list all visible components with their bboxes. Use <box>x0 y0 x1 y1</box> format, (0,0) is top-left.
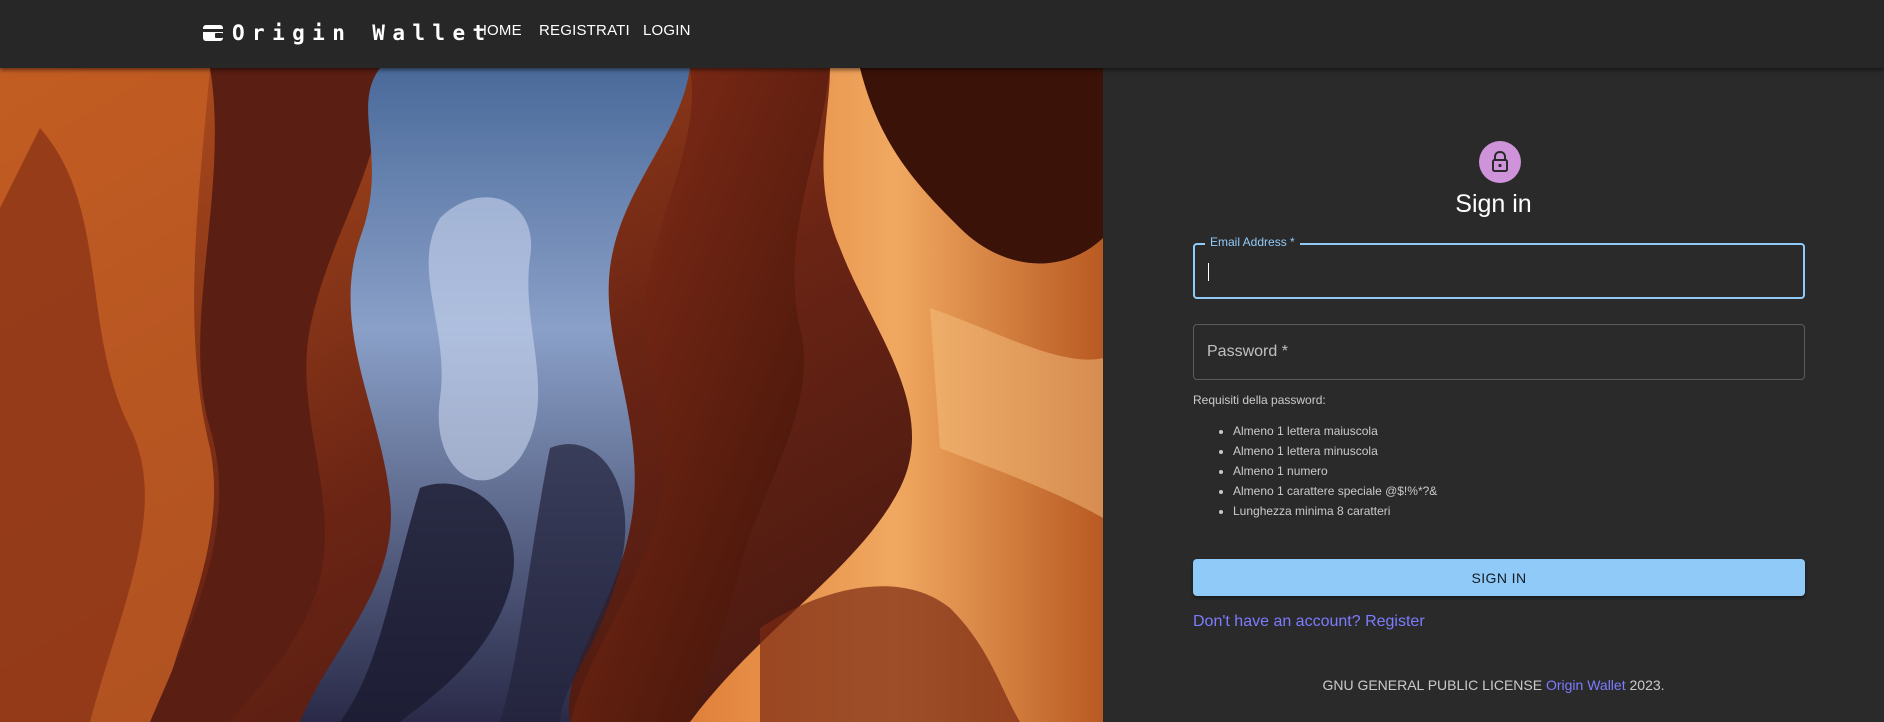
license-text: GNU GENERAL PUBLIC LICENSE <box>1322 677 1543 693</box>
password-field[interactable]: Password * <box>1193 324 1805 380</box>
sign-in-button[interactable]: SIGN IN <box>1193 559 1805 596</box>
footer-link[interactable]: Origin Wallet <box>1546 677 1626 693</box>
list-item: Almeno 1 carattere speciale @$!%*?& <box>1233 483 1437 503</box>
register-link[interactable]: Don't have an account? Register <box>1193 613 1425 631</box>
lock-icon <box>1492 151 1508 172</box>
password-requirements-list: Almeno 1 lettera maiuscola Almeno 1 lett… <box>1233 423 1437 523</box>
footer: GNU GENERAL PUBLIC LICENSE Origin Wallet… <box>1103 677 1884 693</box>
email-field-label: Email Address * <box>1205 235 1300 249</box>
nav-login[interactable]: LOGIN <box>643 22 691 44</box>
password-requirements-title: Requisiti della password: <box>1193 393 1326 407</box>
footer-year: 2023. <box>1629 677 1665 693</box>
sign-in-panel: Sign in Email Address * Password * Requi… <box>1103 68 1884 722</box>
brand[interactable]: Origin Wallet <box>202 18 493 48</box>
nav-registrati[interactable]: REGISTRATI <box>539 22 630 44</box>
list-item: Lunghezza minima 8 caratteri <box>1233 503 1437 523</box>
list-item: Almeno 1 lettera maiuscola <box>1233 423 1437 443</box>
avatar <box>1479 141 1521 183</box>
app-bar: Origin Wallet HOME REGISTRATI LOGIN <box>0 0 1884 68</box>
wallet-icon <box>202 24 224 42</box>
page-title: Sign in <box>1455 190 1532 218</box>
list-item: Almeno 1 lettera minuscola <box>1233 443 1437 463</box>
text-cursor <box>1208 263 1209 281</box>
hero-canyon-image <box>0 68 1103 722</box>
password-field-label: Password * <box>1207 343 1288 360</box>
list-item: Almeno 1 numero <box>1233 463 1437 483</box>
brand-name: Origin Wallet <box>232 21 493 45</box>
email-field[interactable]: Email Address * <box>1193 235 1805 299</box>
nav-home[interactable]: HOME <box>476 22 522 44</box>
